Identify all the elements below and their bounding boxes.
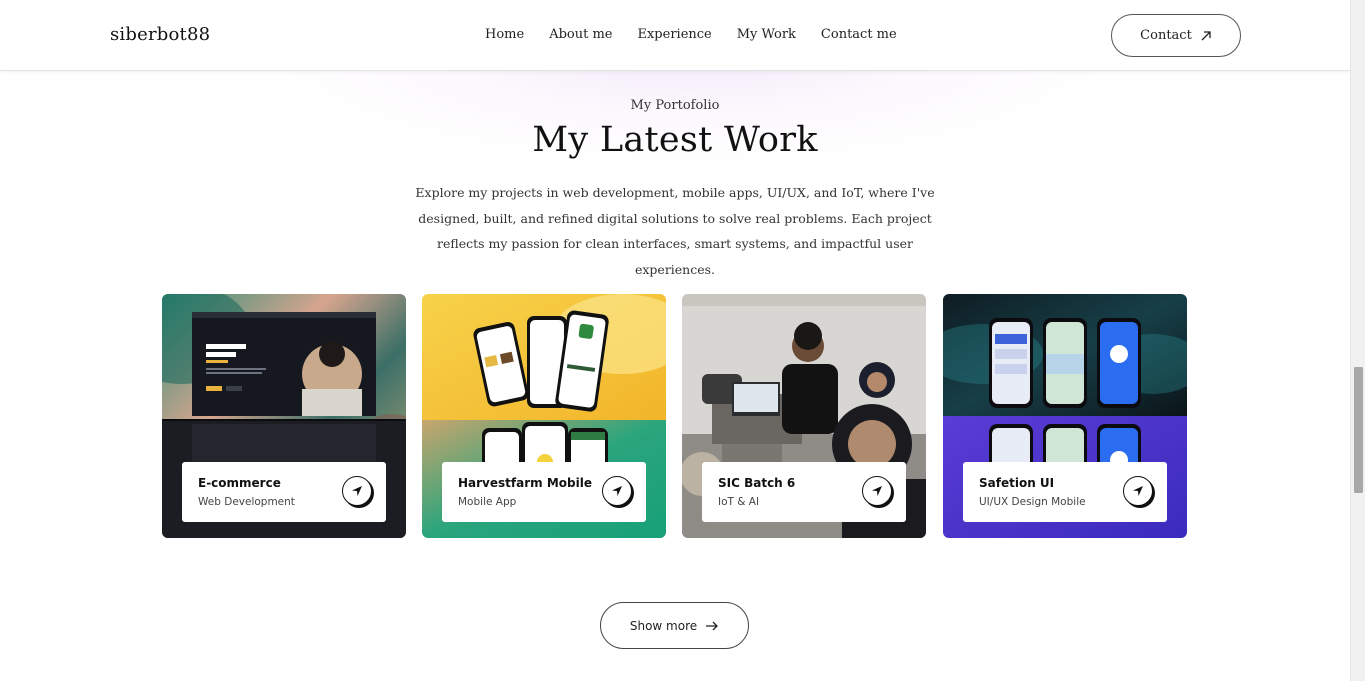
project-card-info: SIC Batch 6 IoT & AI bbox=[702, 462, 906, 522]
project-card-info: Harvestfarm Mobile Mobile App bbox=[442, 462, 646, 522]
navigate-arrow-icon[interactable] bbox=[1123, 476, 1153, 506]
arrow-up-right-icon bbox=[1201, 30, 1211, 40]
show-more-label: Show more bbox=[629, 618, 698, 633]
navigate-arrow-icon[interactable] bbox=[342, 476, 372, 506]
project-card-sic-batch-6[interactable]: SIC Batch 6 IoT & AI bbox=[682, 294, 926, 538]
nav-link-contact[interactable]: Contact me bbox=[821, 27, 897, 42]
section-title: My Latest Work bbox=[532, 120, 818, 160]
page-scrollbar[interactable] bbox=[1350, 0, 1365, 681]
nav-link-about[interactable]: About me bbox=[549, 27, 612, 42]
show-more-button[interactable]: Show more bbox=[600, 602, 749, 649]
section-subtitle: My Portofolio bbox=[630, 98, 720, 113]
contact-button[interactable]: Contact bbox=[1111, 14, 1241, 57]
site-logo[interactable]: siberbot88 bbox=[110, 24, 210, 45]
arrow-right-icon bbox=[706, 621, 719, 630]
scrollbar-thumb[interactable] bbox=[1354, 367, 1363, 493]
project-card-harvestfarm[interactable]: Harvestfarm Mobile Mobile App bbox=[422, 294, 666, 538]
section-description: Explore my projects in web development, … bbox=[415, 185, 935, 277]
navigate-arrow-icon[interactable] bbox=[602, 476, 632, 506]
nav-link-experience[interactable]: Experience bbox=[637, 27, 711, 42]
project-card-ecommerce[interactable]: E-commerce Web Development bbox=[162, 294, 406, 538]
project-card-info: Safetion UI UI/UX Design Mobile bbox=[963, 462, 1167, 522]
navbar: siberbot88 Home About me Experience My W… bbox=[0, 0, 1350, 71]
nav-link-my-work[interactable]: My Work bbox=[737, 27, 796, 42]
contact-button-label: Contact bbox=[1140, 28, 1192, 43]
nav-link-home[interactable]: Home bbox=[485, 27, 524, 42]
project-card-info: E-commerce Web Development bbox=[182, 462, 386, 522]
project-card-safetion-ui[interactable]: Safetion UI UI/UX Design Mobile bbox=[943, 294, 1187, 538]
navigate-arrow-icon[interactable] bbox=[862, 476, 892, 506]
nav-links: Home About me Experience My Work Contact… bbox=[485, 27, 922, 42]
